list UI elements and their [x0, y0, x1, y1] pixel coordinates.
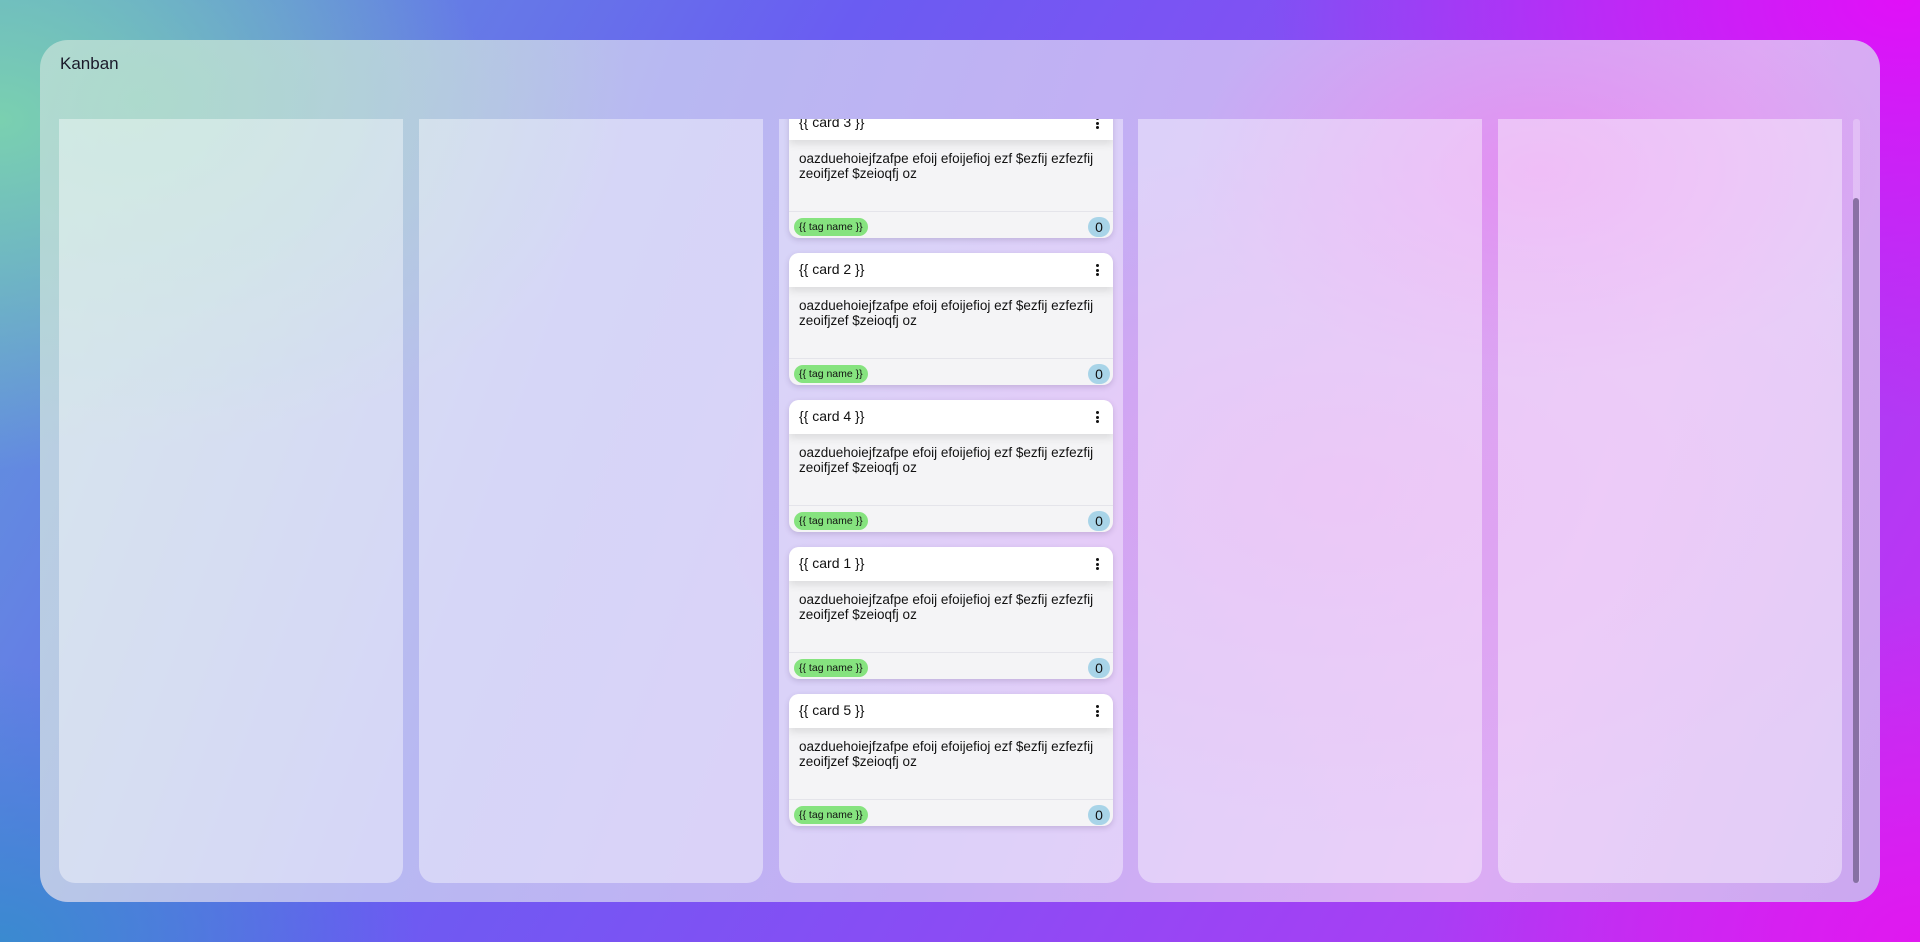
more-vert-icon[interactable]	[1087, 119, 1107, 133]
count-badge: 0	[1088, 364, 1110, 384]
tag-badge[interactable]: {{ tag name }}	[794, 659, 868, 677]
card-description: oazduehoiejfzafpe efoij efoijefioj ezf $…	[799, 298, 1094, 328]
card-title: {{ card 5 }}	[799, 702, 865, 718]
more-vert-icon[interactable]	[1087, 701, 1107, 721]
more-vert-icon[interactable]	[1087, 407, 1107, 427]
tag-badge[interactable]: {{ tag name }}	[794, 218, 868, 236]
kanban-column-4[interactable]	[1138, 119, 1482, 883]
card-footer: {{ tag name }} 0	[789, 211, 1113, 238]
card-header: {{ card 3 }}	[789, 119, 1113, 140]
card-header: {{ card 1 }}	[789, 547, 1113, 581]
card-list: {{ card 3 }} oazduehoiejfzafpe efoij efo…	[789, 119, 1113, 841]
count-badge: 0	[1088, 805, 1110, 825]
kanban-board: {{ card 3 }} oazduehoiejfzafpe efoij efo…	[59, 119, 1857, 883]
card-header: {{ card 2 }}	[789, 253, 1113, 287]
card-footer: {{ tag name }} 0	[789, 358, 1113, 385]
count-badge: 0	[1088, 511, 1110, 531]
card-footer: {{ tag name }} 0	[789, 505, 1113, 532]
kanban-card[interactable]: {{ card 3 }} oazduehoiejfzafpe efoij efo…	[789, 119, 1113, 238]
kanban-card[interactable]: {{ card 4 }} oazduehoiejfzafpe efoij efo…	[789, 400, 1113, 532]
app-title: Kanban	[60, 54, 119, 73]
card-title: {{ card 2 }}	[799, 261, 865, 277]
card-footer: {{ tag name }} 0	[789, 652, 1113, 679]
kanban-card[interactable]: {{ card 5 }} oazduehoiejfzafpe efoij efo…	[789, 694, 1113, 826]
kanban-column-2[interactable]	[419, 119, 763, 883]
card-title: {{ card 1 }}	[799, 555, 865, 571]
card-header: {{ card 5 }}	[789, 694, 1113, 728]
more-vert-icon[interactable]	[1087, 554, 1107, 574]
kanban-column-3[interactable]: {{ card 3 }} oazduehoiejfzafpe efoij efo…	[779, 119, 1123, 883]
kanban-card[interactable]: {{ card 1 }} oazduehoiejfzafpe efoij efo…	[789, 547, 1113, 679]
count-badge: 0	[1088, 217, 1110, 237]
card-description: oazduehoiejfzafpe efoij efoijefioj ezf $…	[799, 739, 1094, 769]
more-vert-icon[interactable]	[1087, 260, 1107, 280]
tag-badge[interactable]: {{ tag name }}	[794, 365, 868, 383]
scrollbar-thumb[interactable]	[1853, 198, 1859, 883]
tag-badge[interactable]: {{ tag name }}	[794, 512, 868, 530]
card-title: {{ card 3 }}	[799, 119, 865, 130]
card-title: {{ card 4 }}	[799, 408, 865, 424]
card-description: oazduehoiejfzafpe efoij efoijefioj ezf $…	[799, 445, 1094, 475]
kanban-window: Kanban {{ card 3 }} oazduehoiejfzafpe ef…	[40, 40, 1880, 902]
card-description: oazduehoiejfzafpe efoij efoijefioj ezf $…	[799, 151, 1094, 181]
kanban-column-1[interactable]	[59, 119, 403, 883]
kanban-column-5[interactable]	[1498, 119, 1842, 883]
count-badge: 0	[1088, 658, 1110, 678]
card-footer: {{ tag name }} 0	[789, 799, 1113, 826]
kanban-card[interactable]: {{ card 2 }} oazduehoiejfzafpe efoij efo…	[789, 253, 1113, 385]
tag-badge[interactable]: {{ tag name }}	[794, 806, 868, 824]
card-header: {{ card 4 }}	[789, 400, 1113, 434]
card-description: oazduehoiejfzafpe efoij efoijefioj ezf $…	[799, 592, 1094, 622]
